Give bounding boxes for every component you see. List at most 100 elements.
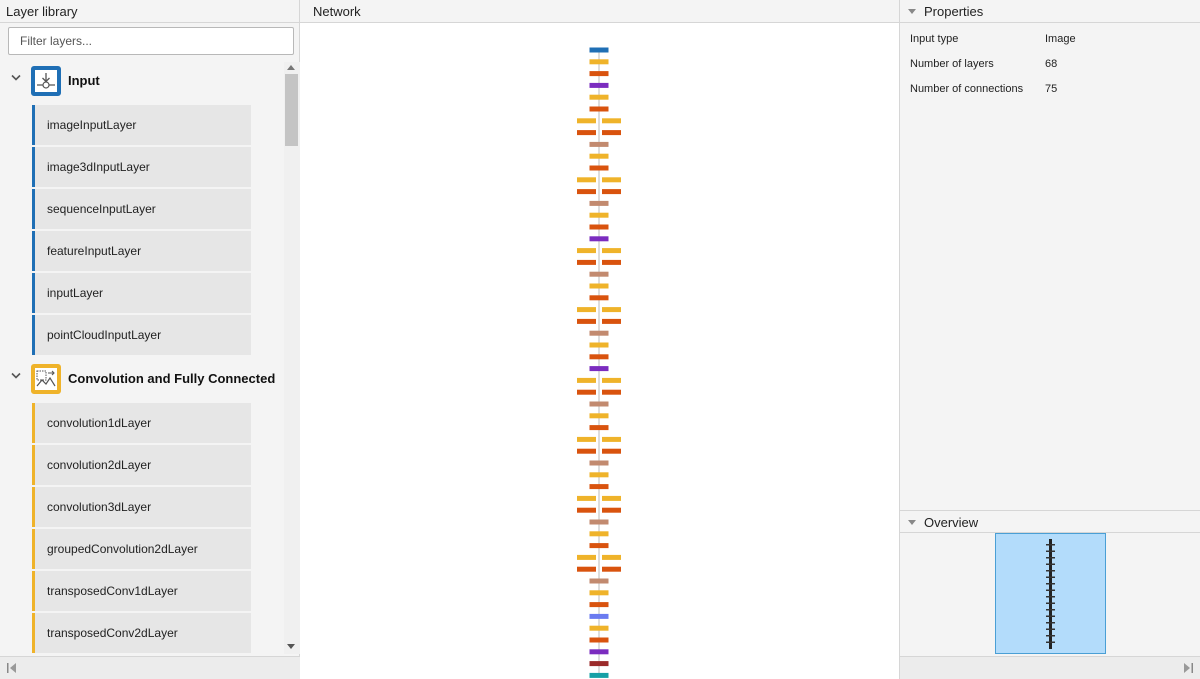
network-layer-node[interactable] [577, 248, 596, 254]
network-layer-node[interactable] [577, 495, 596, 501]
network-layer-node[interactable] [589, 366, 609, 372]
network-layer-node[interactable] [577, 189, 596, 195]
network-layer-node[interactable] [589, 413, 609, 419]
network-layer-node[interactable] [577, 130, 596, 136]
network-layer-node[interactable] [577, 318, 596, 324]
network-layer-node[interactable] [589, 71, 609, 77]
chevron-down-icon[interactable] [11, 372, 21, 382]
network-layer-node[interactable] [602, 177, 621, 183]
network-layer-node[interactable] [589, 637, 609, 643]
network-layer-node[interactable] [602, 507, 621, 513]
network-canvas[interactable] [300, 24, 898, 679]
network-layer-node[interactable] [602, 318, 621, 324]
category-header-convolution[interactable]: Convolution and Fully Connected [0, 362, 284, 396]
network-layer-node[interactable] [577, 118, 596, 124]
network-layer-node[interactable] [577, 259, 596, 265]
network-layer-node[interactable] [589, 165, 609, 171]
network-layer-node[interactable] [577, 389, 596, 395]
network-layer-node[interactable] [589, 94, 609, 100]
collapse-right-icon[interactable] [1181, 661, 1195, 675]
network-layer-node[interactable] [589, 590, 609, 596]
network-layer-node[interactable] [589, 354, 609, 360]
layer-item-transposedConv2dLayer[interactable]: transposedConv2dLayer [32, 613, 251, 653]
network-layer-node[interactable] [602, 554, 621, 560]
properties-header[interactable]: Properties [900, 0, 1200, 23]
network-layer-node[interactable] [589, 425, 609, 431]
network-layer-node[interactable] [602, 377, 621, 383]
network-layer-node[interactable] [589, 342, 609, 348]
network-layer-node[interactable] [589, 283, 609, 289]
scroll-down-icon[interactable] [287, 644, 295, 649]
network-layer-node[interactable] [577, 377, 596, 383]
network-layer-node[interactable] [589, 578, 609, 584]
network-layer-node[interactable] [589, 59, 609, 65]
layer-item-pointCloudInputLayer[interactable]: pointCloudInputLayer [32, 315, 251, 355]
layer-item-imageInputLayer[interactable]: imageInputLayer [32, 105, 251, 145]
network-layer-node[interactable] [602, 248, 621, 254]
layer-library-scrollbar[interactable] [284, 62, 300, 654]
network-layer-node[interactable] [589, 401, 609, 407]
network-layer-node[interactable] [602, 495, 621, 501]
network-layer-node[interactable] [589, 330, 609, 336]
network-layer-node[interactable] [577, 436, 596, 442]
network-layer-node[interactable] [577, 507, 596, 513]
layer-item-image3dInputLayer[interactable]: image3dInputLayer [32, 147, 251, 187]
network-layer-node[interactable] [602, 307, 621, 313]
scroll-up-icon[interactable] [287, 65, 295, 70]
layer-item-convolution2dLayer[interactable]: convolution2dLayer [32, 445, 251, 485]
network-layer-node[interactable] [589, 236, 609, 242]
network-layer-node[interactable] [589, 672, 609, 678]
network-layer-node[interactable] [602, 448, 621, 454]
network-layer-node[interactable] [577, 566, 596, 572]
network-layer-node[interactable] [589, 82, 609, 88]
network-layer-node[interactable] [589, 613, 609, 619]
layer-item-groupedConvolution2dLayer[interactable]: groupedConvolution2dLayer [32, 529, 251, 569]
overview-header[interactable]: Overview [900, 510, 1200, 533]
network-layer-node[interactable] [589, 472, 609, 478]
layer-library-list: Input imageInputLayer image3dInputLayer … [0, 62, 284, 654]
network-layer-node[interactable] [602, 259, 621, 265]
network-layer-node[interactable] [589, 531, 609, 537]
chevron-down-icon[interactable] [11, 74, 21, 84]
network-layer-node[interactable] [589, 141, 609, 147]
collapse-left-icon[interactable] [5, 661, 19, 675]
network-layer-node[interactable] [589, 200, 609, 206]
collapse-triangle-icon[interactable] [908, 520, 916, 525]
layer-item-convolution1dLayer[interactable]: convolution1dLayer [32, 403, 251, 443]
network-layer-node[interactable] [577, 448, 596, 454]
network-layer-node[interactable] [577, 307, 596, 313]
network-layer-node[interactable] [589, 212, 609, 218]
network-layer-node[interactable] [602, 566, 621, 572]
network-layer-node[interactable] [589, 295, 609, 301]
network-layer-node[interactable] [577, 554, 596, 560]
network-layer-node[interactable] [589, 543, 609, 549]
network-layer-node[interactable] [602, 189, 621, 195]
network-layer-node[interactable] [589, 153, 609, 159]
network-layer-node[interactable] [602, 118, 621, 124]
layer-item-inputLayer[interactable]: inputLayer [32, 273, 251, 313]
network-layer-node[interactable] [602, 389, 621, 395]
network-layer-node[interactable] [589, 224, 609, 230]
network-layer-node[interactable] [589, 271, 609, 277]
collapse-triangle-icon[interactable] [908, 9, 916, 14]
overview-viewport[interactable] [995, 533, 1106, 654]
network-layer-node[interactable] [589, 519, 609, 525]
layer-item-sequenceInputLayer[interactable]: sequenceInputLayer [32, 189, 251, 229]
network-layer-node[interactable] [589, 661, 609, 667]
network-layer-node[interactable] [602, 130, 621, 136]
scrollbar-thumb[interactable] [285, 74, 298, 146]
network-layer-node[interactable] [589, 47, 609, 53]
network-layer-node[interactable] [589, 460, 609, 466]
filter-layers-input[interactable] [8, 27, 294, 55]
network-layer-node[interactable] [589, 484, 609, 490]
layer-item-featureInputLayer[interactable]: featureInputLayer [32, 231, 251, 271]
network-layer-node[interactable] [589, 625, 609, 631]
network-layer-node[interactable] [589, 602, 609, 608]
network-layer-node[interactable] [577, 177, 596, 183]
category-header-input[interactable]: Input [0, 64, 284, 98]
network-layer-node[interactable] [602, 436, 621, 442]
layer-item-transposedConv1dLayer[interactable]: transposedConv1dLayer [32, 571, 251, 611]
network-layer-node[interactable] [589, 106, 609, 112]
network-layer-node[interactable] [589, 649, 609, 655]
layer-item-convolution3dLayer[interactable]: convolution3dLayer [32, 487, 251, 527]
